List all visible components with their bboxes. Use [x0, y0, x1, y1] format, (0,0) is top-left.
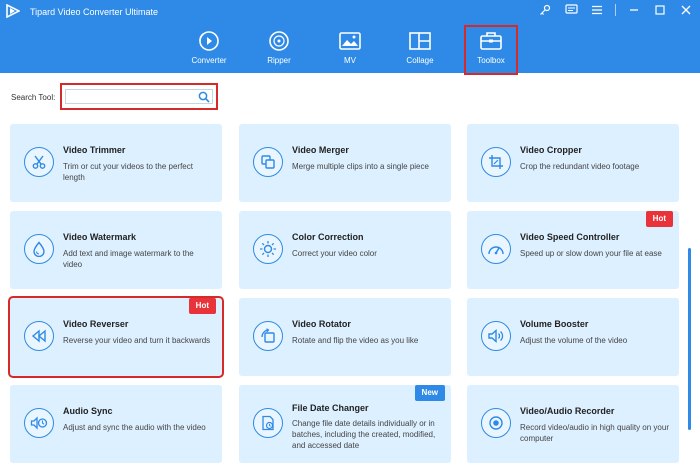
tool-card-video-reverser[interactable]: Video Reverser Reverse your video and tu…	[8, 296, 224, 378]
tool-card-video-rotator[interactable]: Video Rotator Rotate and flip the video …	[239, 298, 451, 376]
tool-name: Video Cropper	[520, 145, 582, 155]
tool-name: File Date Changer	[292, 403, 369, 413]
search-icon[interactable]	[198, 91, 210, 103]
droplet-icon	[24, 234, 54, 264]
tool-card-audio-sync[interactable]: Audio Sync Adjust and sync the audio wit…	[10, 385, 222, 463]
tool-desc: Rotate and flip the video as you like	[292, 336, 419, 345]
tool-desc: Speed up or slow down your file at ease	[520, 249, 662, 258]
main-nav: Converter Ripper MV Collage Toolbox	[0, 25, 700, 75]
collage-icon	[409, 32, 431, 50]
tab-collage[interactable]: Collage	[389, 30, 451, 65]
tool-desc: Change file date details individually or…	[292, 419, 436, 450]
ripper-icon	[269, 31, 289, 51]
tool-name: Video Merger	[292, 145, 349, 155]
converter-icon	[199, 31, 219, 51]
hot-badge: Hot	[188, 298, 216, 314]
tool-desc: Reverse your video and turn it backwards	[63, 336, 211, 345]
toolbox-icon	[480, 32, 502, 50]
menu-icon[interactable]	[589, 2, 605, 18]
tool-name: Video Trimmer	[63, 145, 126, 155]
tool-card-volume-booster[interactable]: Volume Booster Adjust the volume of the …	[467, 298, 679, 376]
tool-name: Video/Audio Recorder	[520, 406, 615, 416]
tool-card-video-merger[interactable]: Video Merger Merge multiple clips into a…	[239, 124, 451, 202]
tool-desc: Adjust the volume of the video	[520, 336, 628, 345]
tool-card-video-cropper[interactable]: Video Cropper Crop the redundant video f…	[467, 124, 679, 202]
tab-converter[interactable]: Converter	[178, 30, 240, 65]
tool-name: Video Reverser	[63, 319, 129, 329]
tool-name: Audio Sync	[63, 406, 113, 416]
tool-card-file-date-changer[interactable]: File Date Changer Change file date detai…	[239, 385, 451, 463]
maximize-icon[interactable]	[652, 2, 668, 18]
tool-name: Video Speed Controller	[520, 232, 620, 242]
tool-desc: Adjust and sync the audio with the video	[63, 423, 206, 432]
record-icon	[481, 408, 511, 438]
close-icon[interactable]	[678, 2, 694, 18]
tool-desc: Record video/audio in high quality on yo…	[520, 423, 669, 443]
merge-icon	[253, 147, 283, 177]
tab-toolbox[interactable]: Toolbox	[464, 25, 518, 75]
tool-name: Video Rotator	[292, 319, 351, 329]
app-title: Tipard Video Converter Ultimate	[30, 7, 159, 17]
speedometer-icon	[481, 234, 511, 264]
tab-mv[interactable]: MV	[319, 30, 381, 65]
vertical-scrollbar[interactable]	[688, 248, 691, 430]
audio-sync-icon	[24, 408, 54, 438]
scissors-icon	[24, 147, 54, 177]
mv-icon	[339, 32, 361, 50]
search-box	[60, 83, 218, 110]
file-date-icon	[253, 408, 283, 438]
tab-ripper[interactable]: Ripper	[248, 30, 310, 65]
tool-desc: Crop the redundant video footage	[520, 162, 640, 171]
tool-desc: Correct your video color	[292, 249, 377, 258]
rotate-icon	[253, 321, 283, 351]
tool-desc: Merge multiple clips into a single piece	[292, 162, 429, 171]
tool-name: Video Watermark	[63, 232, 137, 242]
search-input[interactable]	[65, 89, 213, 104]
volume-icon	[481, 321, 511, 351]
tool-card-video-trimmer[interactable]: Video Trimmer Trim or cut your videos to…	[10, 124, 222, 202]
rewind-icon	[24, 321, 54, 351]
tool-card-video-speed-controller[interactable]: Video Speed Controller Speed up or slow …	[467, 211, 679, 289]
key-icon[interactable]	[537, 2, 553, 18]
minimize-icon[interactable]	[626, 2, 642, 18]
divider	[615, 4, 616, 16]
crop-icon	[481, 147, 511, 177]
search-label: Search Tool:	[11, 93, 56, 102]
new-badge: New	[414, 385, 445, 401]
tool-card-video-audio-recorder[interactable]: Video/Audio Recorder Record video/audio …	[467, 385, 679, 463]
chat-icon[interactable]	[563, 2, 579, 18]
tool-card-color-correction[interactable]: Color Correction Correct your video colo…	[239, 211, 451, 289]
window-controls	[537, 2, 694, 18]
sun-icon	[253, 234, 283, 264]
tool-name: Color Correction	[292, 232, 364, 242]
tool-card-video-watermark[interactable]: Video Watermark Add text and image water…	[10, 211, 222, 289]
tool-name: Volume Booster	[520, 319, 589, 329]
tool-desc: Add text and image watermark to the vide…	[63, 249, 194, 269]
app-logo-icon	[6, 4, 20, 18]
tool-desc: Trim or cut your videos to the perfect l…	[63, 162, 193, 182]
title-bar: Tipard Video Converter Ultimate Converte…	[0, 0, 700, 75]
hot-badge: Hot	[645, 211, 673, 227]
